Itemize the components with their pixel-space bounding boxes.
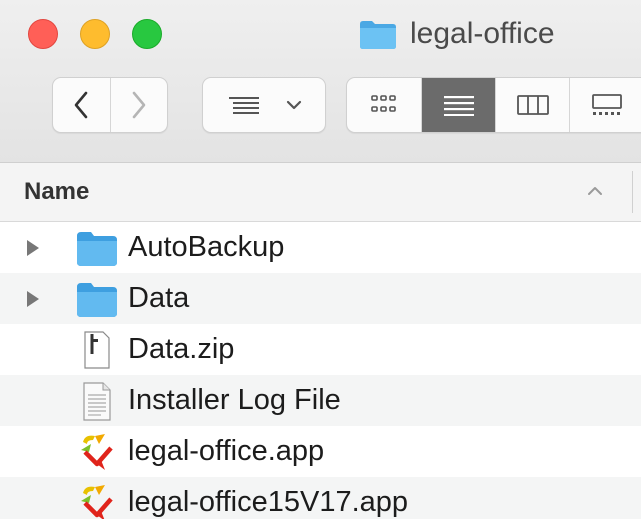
list-options-icon (229, 97, 259, 114)
file-row-installer-log[interactable]: Installer Log File (0, 375, 641, 426)
file-name: Data.zip (128, 333, 235, 365)
column-view-button[interactable] (495, 78, 569, 132)
view-mode-selector (346, 77, 641, 133)
chevron-up-icon[interactable] (584, 183, 606, 199)
window-title: legal-office (358, 14, 555, 54)
view-options-content (203, 78, 325, 132)
folder-icon (77, 283, 117, 317)
file-name: legal-office15V17.app (128, 486, 409, 518)
file-name: Installer Log File (128, 384, 341, 416)
file-row-data[interactable]: Data (0, 273, 641, 324)
finder-window: legal-office Name AutoBackup Data Data.z… (0, 0, 641, 519)
list-view-button[interactable] (421, 78, 495, 132)
folder-icon (77, 232, 117, 266)
forward-button[interactable] (109, 78, 167, 132)
grid-icon (371, 95, 396, 112)
application-icon (81, 434, 113, 470)
close-window-button[interactable] (28, 19, 58, 49)
minimize-window-button[interactable] (80, 19, 110, 49)
gallery-view-button[interactable] (569, 78, 641, 132)
view-options-button[interactable] (202, 77, 326, 133)
chevron-down-icon (286, 100, 302, 110)
zip-archive-icon (84, 331, 110, 369)
name-column-header[interactable]: Name (24, 178, 89, 206)
folder-icon (360, 21, 396, 49)
file-name: AutoBackup (128, 231, 285, 263)
window-title-text: legal-office (410, 17, 555, 50)
navigation-buttons (52, 77, 168, 133)
file-row-data-zip[interactable]: Data.zip (0, 324, 641, 375)
gallery-icon (591, 94, 622, 115)
file-name: legal-office.app (128, 435, 325, 467)
icon-view-button[interactable] (347, 78, 421, 132)
file-row-autobackup[interactable]: AutoBackup (0, 222, 641, 273)
toolbar: legal-office (0, 0, 641, 163)
chevron-right-icon (132, 91, 146, 119)
file-row-legal-office15v17-app[interactable]: legal-office15V17.app (0, 477, 641, 519)
file-list: AutoBackup Data Data.zip Installer Log F… (0, 222, 641, 519)
chevron-left-icon (75, 91, 88, 119)
column-header: Name (0, 163, 641, 222)
file-name: Data (128, 282, 190, 314)
back-button[interactable] (53, 78, 110, 132)
file-row-legal-office-app[interactable]: legal-office.app (0, 426, 641, 477)
text-document-icon (83, 382, 111, 421)
zoom-window-button[interactable] (132, 19, 162, 49)
disclosure-triangle-icon[interactable] (25, 239, 41, 257)
application-icon (81, 485, 113, 519)
columns-icon (516, 95, 549, 115)
disclosure-triangle-icon[interactable] (25, 290, 41, 308)
column-divider[interactable] (632, 171, 633, 213)
list-icon (443, 96, 474, 116)
